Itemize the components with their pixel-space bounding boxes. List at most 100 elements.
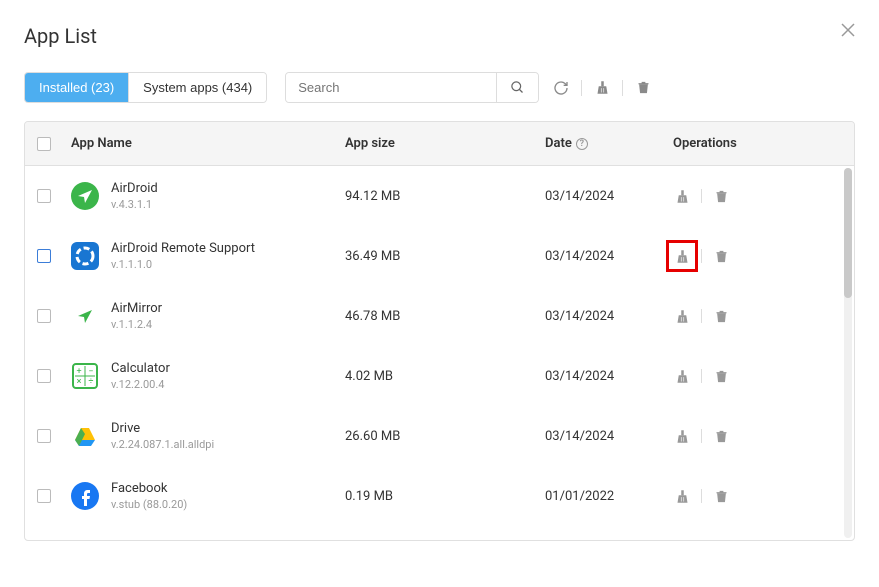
clear-cache-row-button[interactable] bbox=[673, 367, 691, 385]
divider bbox=[701, 189, 702, 203]
app-size: 4.02 MB bbox=[345, 369, 545, 384]
table-row: +−× ÷ Calculator v.12.2.00.4 4.02 MB 03/1… bbox=[25, 346, 854, 406]
svg-text:÷: ÷ bbox=[88, 377, 93, 387]
svg-text:+: + bbox=[76, 367, 81, 377]
app-date: 03/14/2024 bbox=[545, 369, 673, 384]
close-button[interactable] bbox=[841, 22, 855, 36]
app-icon bbox=[71, 182, 99, 210]
broom-icon bbox=[595, 80, 610, 95]
app-date: 03/14/2024 bbox=[545, 309, 673, 324]
app-icon: +−× ÷ bbox=[71, 362, 99, 390]
row-checkbox[interactable] bbox=[37, 309, 51, 323]
header-app-name[interactable]: App Name bbox=[71, 136, 345, 151]
scrollbar[interactable] bbox=[844, 168, 852, 538]
clear-cache-row-button[interactable] bbox=[673, 307, 691, 325]
delete-row-button[interactable] bbox=[712, 427, 730, 445]
table-row: AirMirror v.1.1.2.4 46.78 MB 03/14/2024 bbox=[25, 286, 854, 346]
svg-text:×: × bbox=[77, 377, 82, 387]
table-row: Galaxy Wearable bbox=[25, 526, 854, 540]
clear-cache-row-button[interactable] bbox=[673, 247, 691, 265]
refresh-icon bbox=[553, 80, 569, 96]
delete-row-button[interactable] bbox=[712, 247, 730, 265]
row-checkbox[interactable] bbox=[37, 429, 51, 443]
trash-icon bbox=[714, 249, 729, 264]
scrollbar-thumb[interactable] bbox=[844, 168, 852, 298]
trash-icon bbox=[714, 189, 729, 204]
app-version: v.1.1.2.4 bbox=[111, 318, 162, 331]
clear-cache-row-button[interactable] bbox=[673, 427, 691, 445]
app-size: 94.12 MB bbox=[345, 189, 545, 204]
app-icon bbox=[71, 482, 99, 510]
divider bbox=[581, 80, 582, 96]
app-date: 01/01/2022 bbox=[545, 489, 673, 504]
app-date: 03/14/2024 bbox=[545, 429, 673, 444]
app-version: v.1.1.1.0 bbox=[111, 258, 255, 271]
divider bbox=[701, 429, 702, 443]
trash-icon bbox=[714, 429, 729, 444]
app-version: v.stub (88.0.20) bbox=[111, 498, 187, 511]
header-date[interactable]: Date? bbox=[545, 136, 673, 151]
select-all-checkbox[interactable] bbox=[37, 137, 51, 151]
app-version: v.12.2.00.4 bbox=[111, 378, 170, 391]
app-icon bbox=[71, 422, 99, 450]
app-name: Drive bbox=[111, 421, 214, 436]
header-app-size[interactable]: App size bbox=[345, 136, 545, 151]
search-icon bbox=[510, 80, 525, 95]
help-icon[interactable]: ? bbox=[576, 138, 588, 150]
broom-icon bbox=[675, 309, 690, 324]
table-row: AirDroid v.4.3.1.1 94.12 MB 03/14/2024 bbox=[25, 166, 854, 226]
trash-icon bbox=[714, 369, 729, 384]
app-name: Calculator bbox=[111, 361, 170, 376]
tabs: Installed (23) System apps (434) bbox=[24, 72, 267, 103]
page-title: App List bbox=[24, 24, 855, 48]
row-checkbox[interactable] bbox=[37, 249, 51, 263]
app-icon bbox=[71, 242, 99, 270]
app-size: 0.19 MB bbox=[345, 489, 545, 504]
broom-icon bbox=[675, 429, 690, 444]
trash-icon bbox=[636, 80, 651, 95]
app-size: 26.60 MB bbox=[345, 429, 545, 444]
row-checkbox[interactable] bbox=[37, 189, 51, 203]
search-button[interactable] bbox=[496, 73, 538, 102]
app-icon bbox=[71, 302, 99, 330]
clear-cache-row-button[interactable] bbox=[673, 187, 691, 205]
search-box bbox=[285, 72, 539, 103]
divider bbox=[701, 369, 702, 383]
trash-icon bbox=[714, 489, 729, 504]
refresh-button[interactable] bbox=[551, 78, 571, 98]
svg-text:−: − bbox=[88, 367, 93, 377]
delete-row-button[interactable] bbox=[712, 307, 730, 325]
search-input[interactable] bbox=[286, 73, 496, 102]
table-row: AirDroid Remote Support v.1.1.1.0 36.49 … bbox=[25, 226, 854, 286]
divider bbox=[701, 249, 702, 263]
app-size: 46.78 MB bbox=[345, 309, 545, 324]
tab-installed[interactable]: Installed (23) bbox=[25, 73, 128, 102]
delete-row-button[interactable] bbox=[712, 487, 730, 505]
app-name: AirMirror bbox=[111, 301, 162, 316]
clear-cache-row-button[interactable] bbox=[673, 487, 691, 505]
app-version: v.4.3.1.1 bbox=[111, 198, 158, 211]
clear-cache-button[interactable] bbox=[592, 78, 612, 98]
app-version: v.2.24.087.1.all.alldpi bbox=[111, 438, 214, 451]
broom-icon bbox=[675, 489, 690, 504]
delete-row-button[interactable] bbox=[712, 187, 730, 205]
delete-row-button[interactable] bbox=[712, 367, 730, 385]
row-checkbox[interactable] bbox=[37, 369, 51, 383]
broom-icon bbox=[675, 369, 690, 384]
table-row: Facebook v.stub (88.0.20) 0.19 MB 01/01/… bbox=[25, 466, 854, 526]
app-size: 36.49 MB bbox=[345, 249, 545, 264]
app-name: Facebook bbox=[111, 481, 187, 496]
tab-system-apps[interactable]: System apps (434) bbox=[128, 73, 266, 102]
divider bbox=[622, 80, 623, 96]
delete-button[interactable] bbox=[633, 78, 653, 98]
header-operations: Operations bbox=[673, 136, 842, 151]
divider bbox=[701, 489, 702, 503]
app-date: 03/14/2024 bbox=[545, 249, 673, 264]
broom-icon bbox=[675, 189, 690, 204]
table-header: App Name App size Date? Operations bbox=[25, 122, 854, 166]
app-table: App Name App size Date? Operations AirDr… bbox=[24, 121, 855, 541]
trash-icon bbox=[714, 309, 729, 324]
row-checkbox[interactable] bbox=[37, 489, 51, 503]
broom-icon bbox=[675, 249, 690, 264]
app-name: AirDroid bbox=[111, 181, 158, 196]
